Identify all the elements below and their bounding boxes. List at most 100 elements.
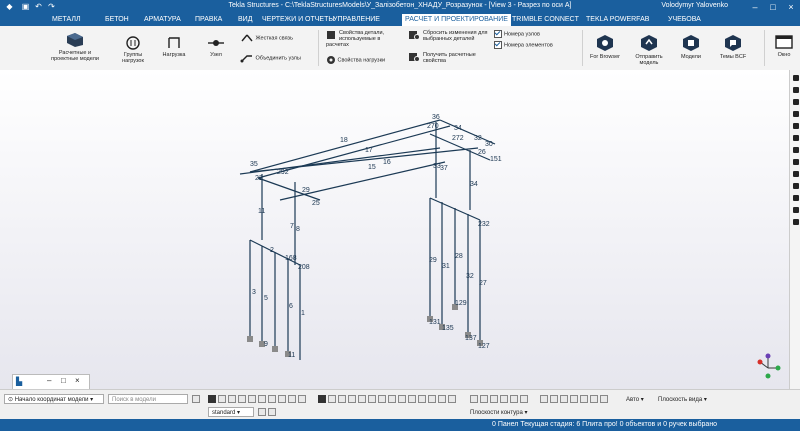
user-name[interactable]: Volodymyr Yalovenko [661, 2, 728, 9]
snap-icon[interactable] [540, 395, 548, 403]
reset-changes-button[interactable]: Сбросить изменения для выбранных деталей [408, 30, 492, 42]
settings-icon[interactable] [268, 408, 276, 416]
view-tool-icon[interactable] [792, 147, 799, 153]
view-tool-icon[interactable] [792, 123, 799, 129]
view-tool-icon[interactable] [792, 207, 799, 213]
snap-icon[interactable] [560, 395, 568, 403]
select-tool-icon[interactable] [218, 395, 226, 403]
load-groups-button[interactable]: Группы нагрузок [118, 36, 148, 64]
view-tool-icon[interactable] [792, 135, 799, 141]
view-tool-icon[interactable] [792, 87, 799, 93]
element-numbers-toggle[interactable]: Номера элементов [494, 41, 553, 49]
minimized-window[interactable]: ▙ – □ × [12, 374, 90, 390]
maximize-icon[interactable]: □ [764, 0, 782, 14]
analysis-models-button[interactable]: Расчетные и проектные модели [48, 32, 102, 62]
snap-icon[interactable] [398, 395, 406, 403]
get-properties-button[interactable]: Получить расчетные свойства [408, 52, 492, 64]
snap-icon[interactable] [328, 395, 336, 403]
snap-icon[interactable] [470, 395, 478, 403]
snap-icon[interactable] [590, 395, 598, 403]
snap-icon[interactable] [388, 395, 396, 403]
select-tool-icon[interactable] [208, 395, 216, 403]
send-model-button[interactable]: Отправить модель [632, 34, 666, 66]
select-tool-icon[interactable] [288, 395, 296, 403]
snap-icon[interactable] [570, 395, 578, 403]
snap-icon[interactable] [600, 395, 608, 403]
models-button[interactable]: Модели [676, 34, 706, 60]
select-tool-icon[interactable] [248, 395, 256, 403]
part-properties-button[interactable]: Свойства детали, используемые в расчетах [326, 30, 396, 48]
snap-icon[interactable] [378, 395, 386, 403]
view-tool-icon[interactable] [792, 219, 799, 225]
tab-edit[interactable]: ПРАВКА [195, 16, 222, 23]
window-button[interactable]: Окно [770, 34, 798, 58]
tab-learning[interactable]: УЧЕБОВА [668, 16, 701, 23]
maximize-icon[interactable]: □ [61, 376, 66, 385]
tab-metal[interactable]: МЕТАЛЛ [52, 16, 81, 23]
node-numbers-checkbox[interactable] [494, 30, 502, 38]
view-tool-icon[interactable] [792, 183, 799, 189]
auto-select[interactable]: Авто ▾ [622, 394, 652, 404]
node-button[interactable]: Узел [204, 36, 228, 58]
snap-icon[interactable] [418, 395, 426, 403]
snap-icon[interactable] [510, 395, 518, 403]
model-search-input[interactable]: Поиск в модели [108, 394, 188, 404]
merge-nodes-button[interactable]: Объединить узлы [240, 53, 301, 63]
coordinate-origin-select[interactable]: ⊙ Начало координат модели ▾ [4, 394, 104, 404]
element-numbers-checkbox[interactable] [494, 41, 502, 49]
load-properties-button[interactable]: Свойства нагрузки [326, 55, 385, 65]
tab-manage[interactable]: УПРАВЛЕНИЕ [333, 16, 380, 23]
select-tool-icon[interactable] [238, 395, 246, 403]
snap-icon[interactable] [480, 395, 488, 403]
node-numbers-toggle[interactable]: Номера узлов [494, 30, 540, 38]
select-tool-icon[interactable] [228, 395, 236, 403]
snap-icon[interactable] [550, 395, 558, 403]
view-tool-icon[interactable] [792, 111, 799, 117]
view-tool-icon[interactable] [792, 195, 799, 201]
view-tool-icon[interactable] [792, 75, 799, 81]
tab-analysis[interactable]: РАСЧЕТ И ПРОЕКТИРОВАНИЕ [402, 14, 511, 26]
snap-icon[interactable] [338, 395, 346, 403]
snap-icon[interactable] [428, 395, 436, 403]
tab-rebar[interactable]: АРМАТУРА [144, 16, 181, 23]
tab-concrete[interactable]: БЕТОН [105, 16, 129, 23]
snap-icon[interactable] [438, 395, 446, 403]
snap-icon[interactable] [500, 395, 508, 403]
snap-icon[interactable] [318, 395, 326, 403]
view-tool-icon[interactable] [792, 99, 799, 105]
snap-icon[interactable] [448, 395, 456, 403]
snap-icon[interactable] [580, 395, 588, 403]
rigid-link-button[interactable]: Жесткая связь [240, 33, 293, 43]
snap-icon[interactable] [358, 395, 366, 403]
select-tool-icon[interactable] [268, 395, 276, 403]
bcf-topics-button[interactable]: Темы BCF [716, 34, 750, 60]
snap-icon[interactable] [348, 395, 356, 403]
tab-tekla-powerfab[interactable]: TEKLA POWERFAB [586, 16, 649, 23]
model-view[interactable]: 18 17 16 15 36 270 34 272 32 30 26 151 3… [0, 70, 789, 389]
select-tool-icon[interactable] [278, 395, 286, 403]
minimize-icon[interactable]: – [746, 0, 764, 14]
contour-plane-select[interactable]: Плоскости контура ▾ [466, 407, 538, 417]
node-label: 135 [442, 325, 454, 332]
snap-icon[interactable] [408, 395, 416, 403]
snap-icon[interactable] [520, 395, 528, 403]
view-plane-select[interactable]: Плоскость вида ▾ [654, 394, 714, 404]
select-tool-icon[interactable] [258, 395, 266, 403]
view-tool-icon[interactable] [792, 171, 799, 177]
select-tool-icon[interactable] [298, 395, 306, 403]
view-tool-icon[interactable] [792, 159, 799, 165]
tab-view[interactable]: ВИД [238, 16, 252, 23]
settings-icon[interactable] [258, 408, 266, 416]
frame-model[interactable]: 18 17 16 15 36 270 34 272 32 30 26 151 3… [0, 70, 789, 389]
for-browser-button[interactable]: For Browser [588, 34, 622, 60]
close-icon[interactable]: × [782, 0, 800, 14]
tab-drawings[interactable]: ЧЕРТЕЖИ И ОТЧЕТЫ [262, 16, 335, 23]
minimize-icon[interactable]: – [47, 376, 51, 385]
filter-icon[interactable] [192, 395, 200, 403]
close-icon[interactable]: × [75, 376, 80, 385]
snap-icon[interactable] [368, 395, 376, 403]
loads-button[interactable]: Нагрузка [160, 36, 188, 58]
snap-icon[interactable] [490, 395, 498, 403]
standard-select[interactable]: standard ▾ [208, 407, 254, 417]
tab-trimble-connect[interactable]: TRIMBLE CONNECT [512, 16, 579, 23]
